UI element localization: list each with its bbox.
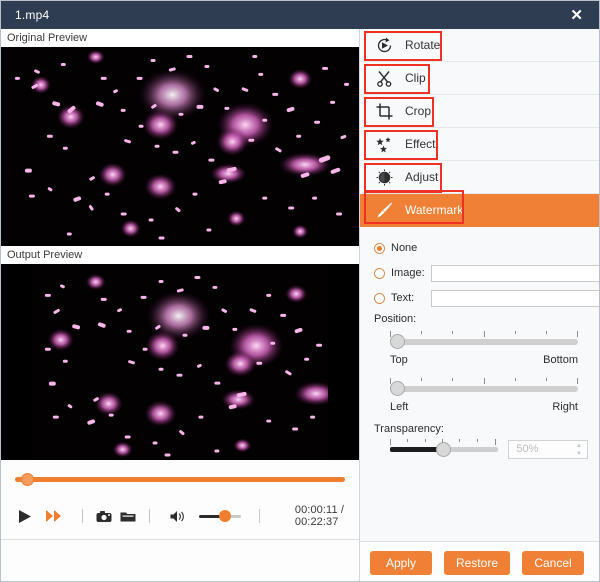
vertical-position-handle[interactable] <box>390 334 405 349</box>
rotate-icon <box>374 35 394 55</box>
label-right: Right <box>552 401 578 413</box>
label-none: None <box>391 242 425 254</box>
dialog-body: Original Preview <box>1 29 599 582</box>
slider-track <box>390 386 578 392</box>
tool-label-effect: Effect <box>405 137 435 151</box>
folder-icon[interactable] <box>120 510 136 523</box>
horizontal-slider-labels: Left Right <box>390 401 578 413</box>
transparency-slider[interactable] <box>390 439 498 459</box>
transparency-label: Transparency: <box>374 423 588 435</box>
spinner-down-icon[interactable]: ▼ <box>576 451 582 457</box>
tool-row-watermark[interactable]: Watermark <box>360 194 600 227</box>
title-bar: 1.mp4 ✕ <box>1 1 599 29</box>
volume-handle[interactable] <box>219 510 231 522</box>
horizontal-position-slider[interactable] <box>390 378 578 400</box>
camera-icon[interactable] <box>96 510 112 523</box>
label-top: Top <box>390 354 408 366</box>
window-title: 1.mp4 <box>15 8 49 22</box>
spinner-up-icon[interactable]: ▲ <box>576 443 582 449</box>
radio-text[interactable] <box>374 293 385 304</box>
brightness-icon <box>374 167 394 187</box>
transparency-fill <box>390 447 442 452</box>
crop-icon <box>374 101 394 121</box>
tool-row-effect[interactable]: Effect <box>360 128 600 161</box>
output-preview-label: Output Preview <box>1 246 359 264</box>
horizontal-position-handle[interactable] <box>390 381 405 396</box>
vertical-slider-labels: Top Bottom <box>390 354 578 366</box>
video-editor-dialog: 1.mp4 ✕ Original Preview <box>0 0 600 582</box>
transparency-spinner[interactable]: 50% ▲ ▼ <box>508 440 588 459</box>
tool-label-adjust: Adjust <box>405 170 438 184</box>
slider-track <box>390 339 578 345</box>
restore-button[interactable]: Restore <box>444 551 510 575</box>
tool-row-adjust[interactable]: Adjust <box>360 161 600 194</box>
fast-forward-icon[interactable] <box>46 509 62 523</box>
brush-icon <box>374 200 394 220</box>
time-display: 00:00:11 / 00:22:37 <box>295 504 351 528</box>
seek-handle[interactable] <box>21 473 34 486</box>
tool-list: Rotate Clip <box>360 29 600 227</box>
seek-bar[interactable] <box>15 472 345 486</box>
tools-pane: Rotate Clip <box>360 29 600 582</box>
cancel-button[interactable]: Cancel <box>522 551 584 575</box>
watermark-options: None Image: Text <box>360 227 600 541</box>
divider <box>259 509 260 523</box>
video-frame-original <box>1 47 359 245</box>
spinner-arrows[interactable]: ▲ ▼ <box>576 443 582 457</box>
tool-label-watermark: Watermark <box>405 203 463 217</box>
tool-label-clip: Clip <box>405 71 426 85</box>
letterbox-right <box>328 264 359 460</box>
tool-label-crop: Crop <box>405 104 431 118</box>
stars-icon <box>374 134 394 154</box>
original-preview-video[interactable] <box>1 47 359 246</box>
position-label: Position: <box>374 313 588 325</box>
divider <box>82 509 83 523</box>
preview-pane: Original Preview <box>1 29 360 582</box>
image-path-input[interactable] <box>431 265 600 282</box>
apply-button[interactable]: Apply <box>370 551 432 575</box>
transparency-row: 50% ▲ ▼ <box>374 439 588 459</box>
scissors-icon <box>374 68 394 88</box>
label-bottom: Bottom <box>543 354 578 366</box>
dialog-footer: Apply Restore Cancel <box>360 541 600 582</box>
tool-row-clip[interactable]: Clip <box>360 62 600 95</box>
label-left: Left <box>390 401 408 413</box>
divider <box>149 509 150 523</box>
output-preview-video[interactable] <box>1 264 359 460</box>
option-none[interactable]: None <box>374 237 588 259</box>
label-image: Image: <box>391 267 425 279</box>
label-text: Text: <box>391 292 425 304</box>
radio-none[interactable] <box>374 243 385 254</box>
close-icon[interactable]: ✕ <box>566 6 587 25</box>
play-icon[interactable] <box>17 509 32 524</box>
left-footer-strip <box>1 539 360 581</box>
radio-image[interactable] <box>374 268 385 279</box>
original-preview-label: Original Preview <box>1 29 359 47</box>
transparency-value: 50% <box>516 443 538 455</box>
transparency-handle[interactable] <box>436 442 451 457</box>
volume-slider[interactable] <box>199 510 241 522</box>
video-frame-output <box>1 264 359 459</box>
transport-controls: 00:00:11 / 00:22:37 <box>9 504 351 528</box>
slider-ticks <box>390 378 578 384</box>
slider-ticks <box>390 331 578 337</box>
letterbox-left <box>1 264 32 460</box>
option-text[interactable]: Text: T <box>374 287 588 309</box>
watermark-text-input[interactable] <box>431 290 600 307</box>
seek-track <box>15 477 345 482</box>
tool-label-rotate: Rotate <box>405 38 440 52</box>
tool-row-crop[interactable]: Crop <box>360 95 600 128</box>
vertical-position-slider[interactable] <box>390 331 578 353</box>
option-image[interactable]: Image: <box>374 262 588 284</box>
tool-row-rotate[interactable]: Rotate <box>360 29 600 62</box>
volume-icon[interactable] <box>170 510 187 523</box>
